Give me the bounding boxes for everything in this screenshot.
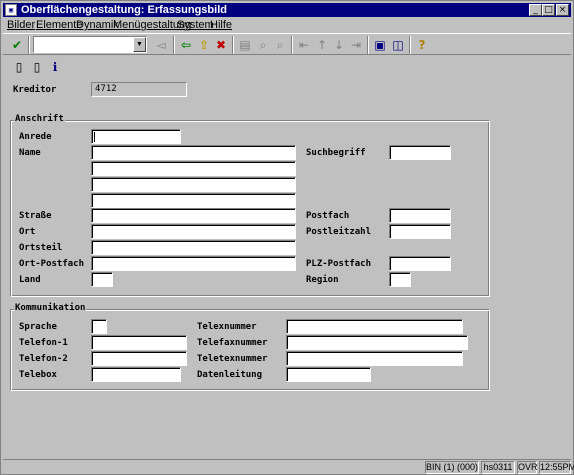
name-field-4[interactable] xyxy=(91,193,296,208)
up-arrow-icon[interactable]: ⇧ xyxy=(196,37,212,53)
enter-check-icon[interactable]: ✔ xyxy=(9,37,25,53)
command-dropdown-icon[interactable]: ▼ xyxy=(133,37,146,52)
shortcut-icon[interactable]: ◫ xyxy=(390,37,406,53)
toolbar-separator xyxy=(367,36,369,54)
status-time: 12:55PM xyxy=(539,461,574,474)
sprache-label: Sprache xyxy=(19,322,57,332)
status-bar: BIN (1) (000) hs0311 OVR 12:55PM xyxy=(3,459,574,474)
status-mode: BIN (1) (000) xyxy=(425,461,479,474)
anschrift-group-title: Anschrift xyxy=(14,114,65,125)
name-field-2[interactable] xyxy=(91,161,296,176)
telebox-label: Telebox xyxy=(19,370,57,380)
cancel-x-icon[interactable]: ✖ xyxy=(213,37,229,53)
postfach-label: Postfach xyxy=(306,211,350,221)
telefon2-field[interactable] xyxy=(91,351,187,366)
find-icon[interactable]: ⌕ xyxy=(255,37,271,53)
telefaxnummer-field[interactable] xyxy=(286,335,468,350)
prev-page-icon[interactable]: ↑ xyxy=(314,37,330,53)
close-button[interactable]: × xyxy=(556,4,569,16)
strasse-field[interactable] xyxy=(91,208,296,223)
postleitzahl-label: Postleitzahl xyxy=(306,227,372,237)
sap-window-icon[interactable]: ▣ xyxy=(5,4,17,16)
delete-line-icon[interactable]: ▯ xyxy=(29,59,45,75)
help-icon[interactable]: ? xyxy=(414,37,430,53)
region-label: Region xyxy=(306,275,339,285)
minimize-button[interactable]: _ xyxy=(529,4,542,16)
text-caret xyxy=(94,132,95,142)
telefon1-field[interactable] xyxy=(91,335,187,350)
telefaxnummer-label: Telefaxnummer xyxy=(197,338,268,348)
back-arrow-icon[interactable]: ⇦ xyxy=(178,37,194,53)
ortsteil-label: Ortsteil xyxy=(19,243,63,253)
menu-hilfe[interactable]: Hilfe xyxy=(210,18,232,32)
menu-bilder[interactable]: Bilder xyxy=(7,18,35,32)
first-page-icon[interactable]: ⇤ xyxy=(296,37,312,53)
ort-postfach-label: Ort-Postfach xyxy=(19,259,85,269)
ort-postfach-field[interactable] xyxy=(91,256,296,271)
plz-postfach-label: PLZ-Postfach xyxy=(306,259,372,269)
insert-line-icon[interactable]: ▯ xyxy=(11,59,27,75)
info-icon[interactable]: ℹ xyxy=(47,59,63,75)
land-field[interactable] xyxy=(91,272,113,287)
window-title: Oberflächengestaltung: Erfassungsbild xyxy=(21,4,227,16)
anrede-field[interactable] xyxy=(91,129,181,144)
ort-field[interactable] xyxy=(91,224,296,239)
suchbegriff-label: Suchbegriff xyxy=(306,148,366,158)
datenleitung-field[interactable] xyxy=(286,367,371,382)
telebox-field[interactable] xyxy=(91,367,181,382)
kommunikation-group-title: Kommunikation xyxy=(14,303,87,314)
application-toolbar: ▯ ▯ ℹ xyxy=(3,56,571,78)
command-field[interactable]: ▼ xyxy=(33,36,147,53)
telefon1-label: Telefon-1 xyxy=(19,338,68,348)
name-field-1[interactable] xyxy=(91,145,296,160)
ortsteil-field[interactable] xyxy=(91,240,296,255)
toolbar-separator xyxy=(409,36,411,54)
sap-window: ▣ Oberflächengestaltung: Erfassungsbild … xyxy=(0,0,574,475)
toolbar-separator xyxy=(173,36,175,54)
title-bar: ▣ Oberflächengestaltung: Erfassungsbild … xyxy=(3,3,571,17)
postfach-field[interactable] xyxy=(389,208,451,223)
maximize-button[interactable]: □ xyxy=(542,4,555,16)
toolbar-separator xyxy=(28,36,30,54)
telexnummer-field[interactable] xyxy=(286,319,463,334)
teletexnummer-label: Teletexnummer xyxy=(197,354,268,364)
teletexnummer-field[interactable] xyxy=(286,351,463,366)
last-page-icon[interactable]: ⇥ xyxy=(348,37,364,53)
menu-system[interactable]: System xyxy=(177,18,214,32)
create-session-icon[interactable]: ▣ xyxy=(372,37,388,53)
telefon2-label: Telefon-2 xyxy=(19,354,68,364)
kreditor-value: 4712 xyxy=(95,84,117,94)
plz-postfach-field[interactable] xyxy=(389,256,451,271)
ort-label: Ort xyxy=(19,227,36,237)
datenleitung-label: Datenleitung xyxy=(197,370,263,380)
kreditor-field: 4712 xyxy=(91,82,187,97)
postleitzahl-field[interactable] xyxy=(389,224,451,239)
sprache-field[interactable] xyxy=(91,319,107,334)
status-server: hs0311 xyxy=(481,461,515,474)
anrede-label: Anrede xyxy=(19,132,52,142)
next-page-icon[interactable]: ↓ xyxy=(331,37,347,53)
region-field[interactable] xyxy=(389,272,411,287)
name-field-3[interactable] xyxy=(91,177,296,192)
standard-toolbar: ✔ ▼ ◅ ⇦ ⇧ ✖ ▤ ⌕ ⌕ ⇤ ↑ ↓ ⇥ ▣ ◫ ? xyxy=(3,33,571,55)
menu-bar: Bilder Elemente Dynamik Menügestaltung S… xyxy=(3,18,571,32)
suchbegriff-field[interactable] xyxy=(389,145,451,160)
print-icon[interactable]: ▤ xyxy=(237,37,253,53)
name-label: Name xyxy=(19,148,41,158)
save-icon[interactable]: ◅ xyxy=(153,37,169,53)
telexnummer-label: Telexnummer xyxy=(197,322,257,332)
kreditor-label: Kreditor xyxy=(13,85,57,95)
land-label: Land xyxy=(19,275,41,285)
toolbar-separator xyxy=(291,36,293,54)
toolbar-separator xyxy=(232,36,234,54)
strasse-label: Straße xyxy=(19,211,52,221)
find-next-icon[interactable]: ⌕ xyxy=(272,37,288,53)
status-overwrite[interactable]: OVR xyxy=(517,461,538,474)
